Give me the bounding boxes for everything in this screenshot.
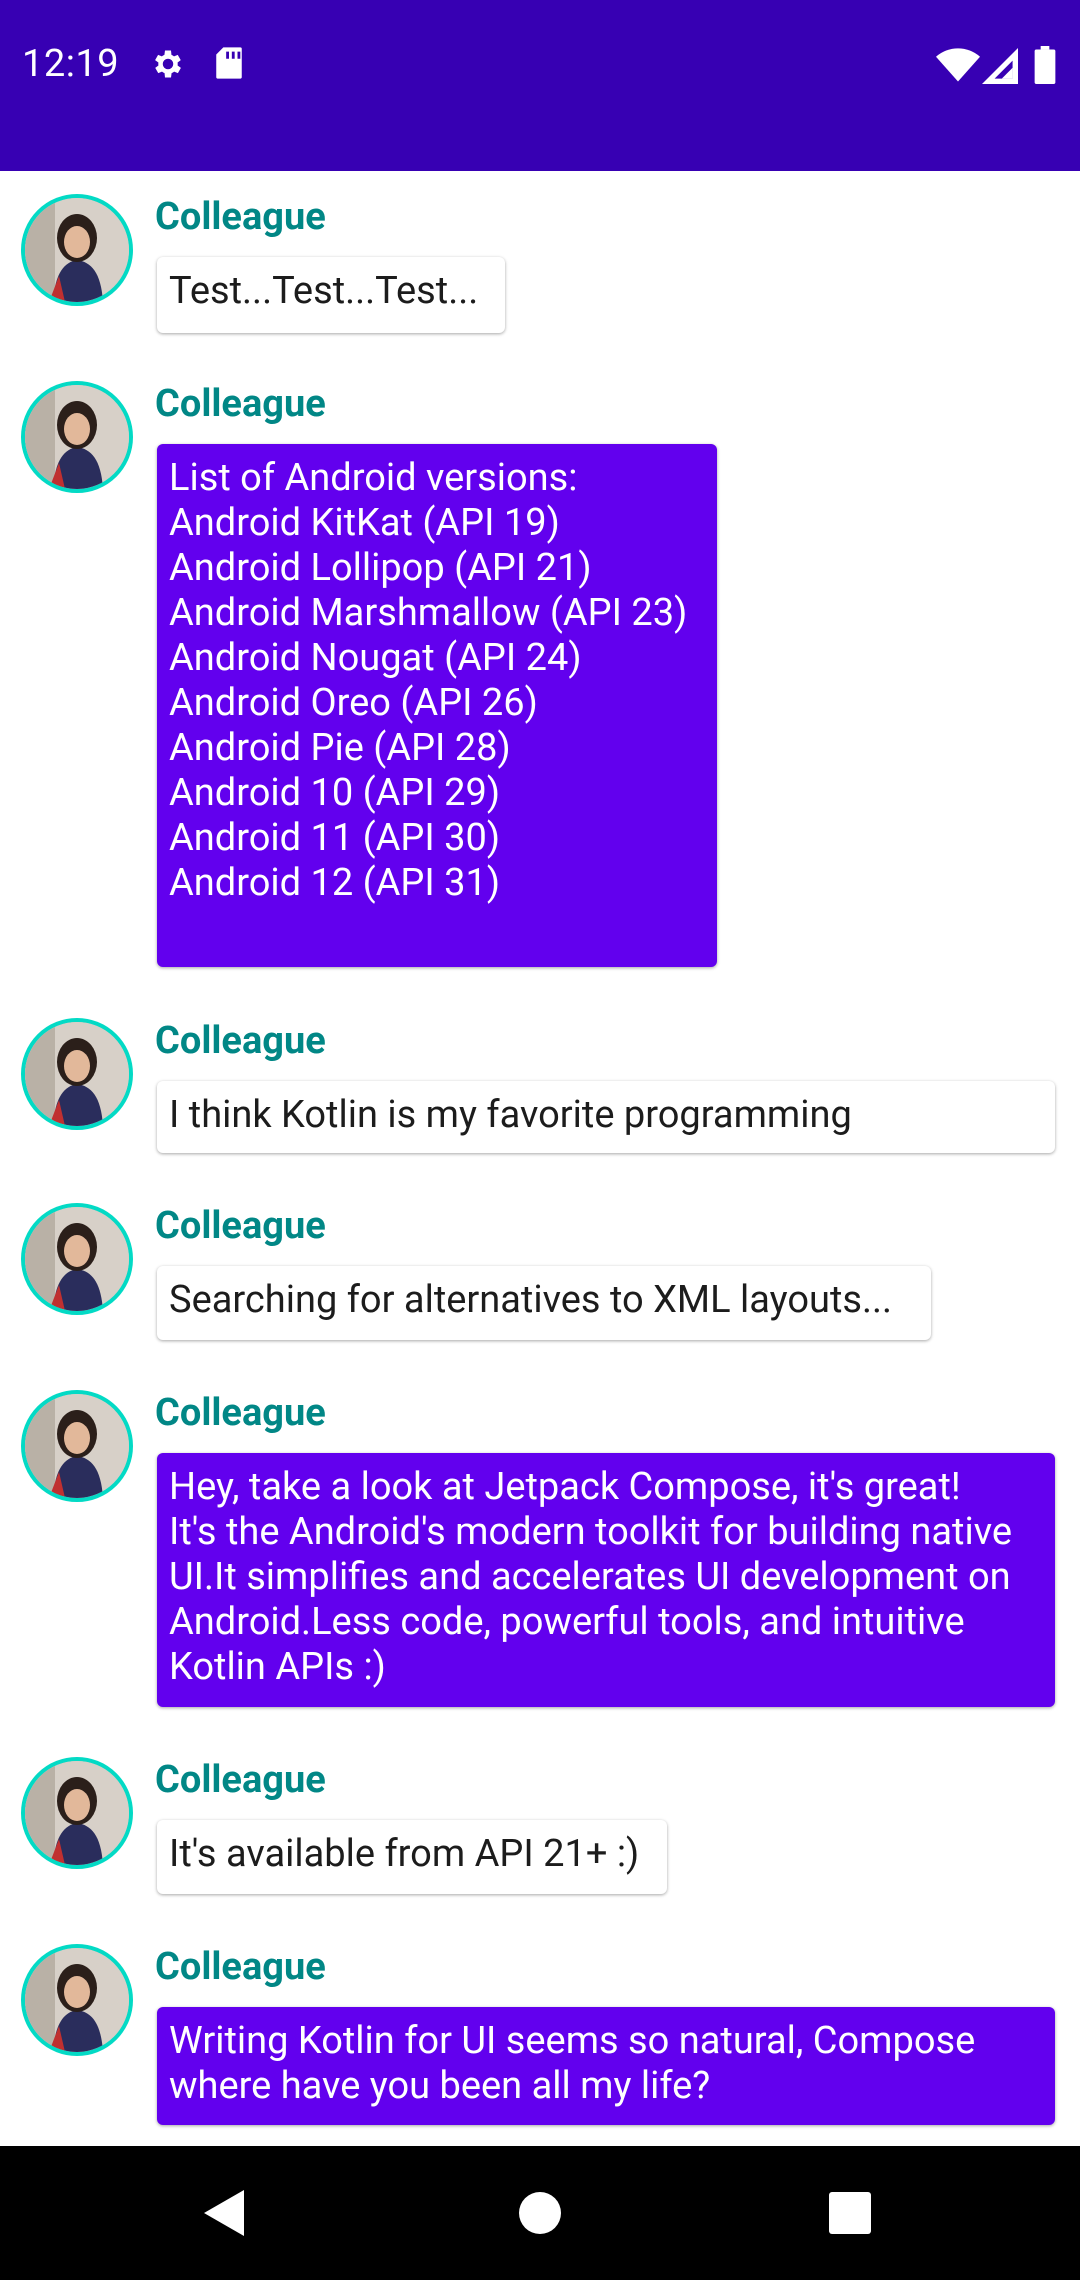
avatar-photo — [25, 198, 129, 302]
message-bubble[interactable]: It's available from API 21+ :) — [157, 1820, 667, 1894]
avatar-photo — [25, 1207, 129, 1311]
avatar[interactable] — [21, 1757, 133, 1869]
message-bubble[interactable]: Writing Kotlin for UI seems so natural, … — [157, 2007, 1055, 2125]
sender-name: Colleague — [155, 195, 326, 239]
message-list[interactable]: Colleague Test...Test...Test... Colleagu… — [0, 171, 1080, 2146]
sender-name: Colleague — [155, 1758, 326, 1802]
home-icon[interactable] — [517, 2190, 563, 2240]
back-icon[interactable] — [200, 2188, 248, 2242]
message-item: Colleague I think Kotlin is my favorite … — [0, 995, 1080, 1165]
message-bubble[interactable]: Test...Test...Test... — [157, 257, 505, 333]
avatar-photo — [25, 1948, 129, 2052]
message-text: where have you been all my life? — [169, 2064, 711, 2108]
message-item: Colleague It's available from API 21+ :) — [0, 1734, 1080, 1904]
message-text: Android.Less code, powerful tools, and i… — [169, 1600, 965, 1644]
avatar-photo — [25, 1394, 129, 1498]
avatar[interactable] — [21, 381, 133, 493]
recents-icon[interactable] — [829, 2192, 871, 2238]
navigation-bar — [0, 2146, 1080, 2280]
message-text: It's available from API 21+ :) — [169, 1832, 640, 1876]
message-text: Android Lollipop (API 21) — [169, 546, 592, 590]
message-text: Kotlin APIs :) — [169, 1645, 386, 1689]
message-item: Colleague Searching for alternatives to … — [0, 1180, 1080, 1350]
avatar-photo — [25, 1022, 129, 1126]
status-bar: 12:19 — [0, 0, 1080, 171]
status-time: 12:19 — [22, 42, 120, 86]
avatar[interactable] — [21, 1390, 133, 1502]
message-bubble[interactable]: List of Android versions: Android KitKat… — [157, 444, 717, 967]
message-text: List of Android versions: — [169, 456, 578, 500]
message-text: Android 12 (API 31) — [169, 861, 501, 905]
sender-name: Colleague — [155, 1945, 326, 1989]
message-text: Android Oreo (API 26) — [169, 681, 538, 725]
message-text: Android Marshmallow (API 23) — [169, 591, 688, 635]
avatar[interactable] — [21, 1203, 133, 1315]
avatar[interactable] — [21, 1944, 133, 2056]
battery-icon — [1034, 46, 1056, 88]
message-text: I think Kotlin is my favorite programmin… — [169, 1093, 852, 1137]
avatar[interactable] — [21, 1018, 133, 1130]
message-text: Android KitKat (API 19) — [169, 501, 560, 545]
cellular-signal-icon — [982, 48, 1018, 88]
sd-card-icon — [214, 46, 244, 84]
message-text: Android Pie (API 28) — [169, 726, 511, 770]
message-text: Android Nougat (API 24) — [169, 636, 582, 680]
message-text: Hey, take a look at Jetpack Compose, it'… — [169, 1465, 961, 1509]
message-text: Android 11 (API 30) — [169, 816, 501, 860]
avatar-photo — [25, 385, 129, 489]
message-text: Writing Kotlin for UI seems so natural, … — [169, 2019, 976, 2063]
avatar-photo — [25, 1761, 129, 1865]
message-text: Searching for alternatives to XML layout… — [169, 1278, 893, 1322]
sender-name: Colleague — [155, 382, 326, 426]
message-item: Colleague Test...Test...Test... — [0, 171, 1080, 341]
message-bubble[interactable]: I think Kotlin is my favorite programmin… — [157, 1081, 1055, 1153]
wifi-icon — [936, 48, 980, 86]
message-text: It's the Android's modern toolkit for bu… — [169, 1510, 1013, 1554]
message-item: Colleague Writing Kotlin for UI seems so… — [0, 1921, 1080, 2146]
gear-icon — [150, 46, 186, 86]
sender-name: Colleague — [155, 1204, 326, 1248]
message-item: Colleague Hey, take a look at Jetpack Co… — [0, 1367, 1080, 1707]
message-text: Android 10 (API 29) — [169, 771, 501, 815]
message-bubble[interactable]: Hey, take a look at Jetpack Compose, it'… — [157, 1453, 1055, 1707]
message-text: Test...Test...Test... — [169, 269, 479, 313]
sender-name: Colleague — [155, 1391, 326, 1435]
message-item: Colleague List of Android versions: Andr… — [0, 358, 1080, 967]
avatar[interactable] — [21, 194, 133, 306]
message-text: UI.It simplifies and accelerates UI deve… — [169, 1555, 1011, 1599]
message-bubble[interactable]: Searching for alternatives to XML layout… — [157, 1266, 931, 1340]
sender-name: Colleague — [155, 1019, 326, 1063]
